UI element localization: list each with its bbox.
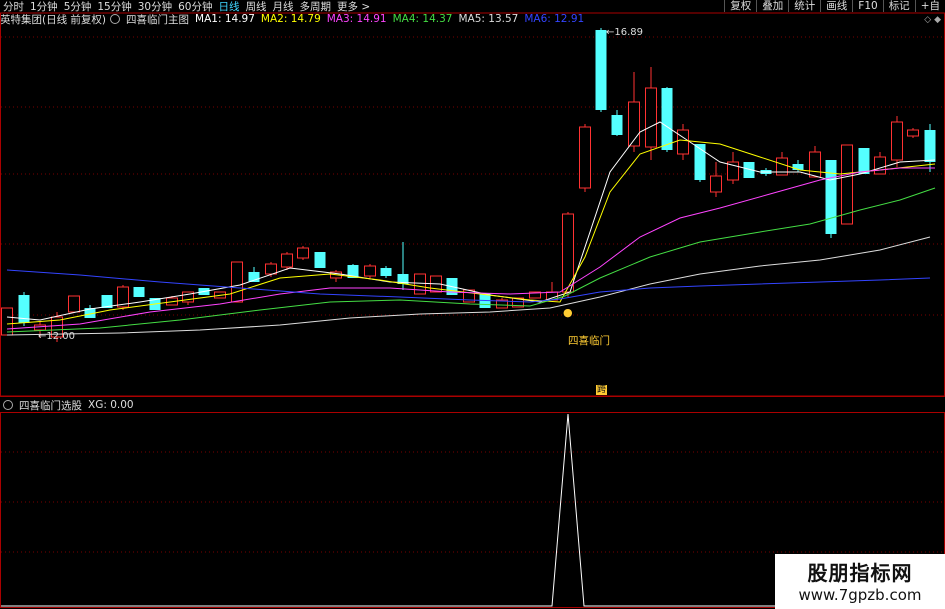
sub-chart-header: 四喜临门选股 XG: 0.00 [0,398,140,413]
signal-icon: ● [563,306,573,319]
candle-body [364,265,376,277]
toolbar-button[interactable]: 复权 [724,0,756,12]
period-toolbar: 分时 1分钟 5分钟 15分钟 30分钟 60分钟 日线 周线 月线 多周期 更多 > 复权 叠加 统计… [0,0,945,13]
candle-body [265,263,277,275]
moving-average-line [6,187,936,333]
candle-body [611,115,623,135]
candle-body [231,261,243,303]
toolbar-button[interactable]: 标记 [882,0,915,12]
candle-body [907,129,919,137]
candle-body [133,287,145,297]
candle-body [809,151,821,178]
moving-average-line [6,236,931,336]
toolbar-right-buttons: 复权 叠加 统计 画线 F10 标记 +自 [724,0,945,12]
sub-indicator-name[interactable]: 四喜临门选股 [19,398,82,413]
signal-mark: 跨 [596,385,608,395]
watermark-name: 股朋指标网 [807,561,913,585]
candle-body [858,148,870,174]
toolbar-button[interactable]: 画线 [820,0,852,12]
candle-body [281,253,293,268]
candle-body [297,247,309,259]
candle-body [710,175,722,193]
toolbar-button[interactable]: +自 [914,0,945,12]
candle-body [677,129,689,155]
candle-body [414,273,426,295]
candle-body [874,156,886,175]
candle-body [579,126,591,189]
candle-body [924,130,936,162]
candle-body [694,144,706,180]
candle-body [68,295,80,313]
signal-label: 四喜临门 [568,335,610,347]
candle-body [825,160,837,234]
candle-body [891,121,903,161]
toolbar-button[interactable]: 统计 [788,0,820,12]
sub-indicator-settings-icon[interactable] [3,400,13,410]
watermark: 股朋指标网 www.7gpzb.com [775,554,945,609]
candle-body [1,307,13,336]
candle-body [314,252,326,268]
low-price-label: ←12.00 [38,331,76,342]
high-price-label: ←16.89 [606,27,644,38]
watermark-url: www.7gpzb.com [798,586,922,604]
candle-body [661,88,673,150]
candle-body [645,87,657,148]
toolbar-button[interactable]: 叠加 [756,0,788,12]
chart-frame [0,12,945,397]
candlestick-chart[interactable] [0,12,945,397]
candle-body [380,268,392,276]
toolbar-button[interactable]: F10 [852,0,882,12]
candle-body [595,30,607,110]
xg-value: XG: 0.00 [88,399,134,411]
